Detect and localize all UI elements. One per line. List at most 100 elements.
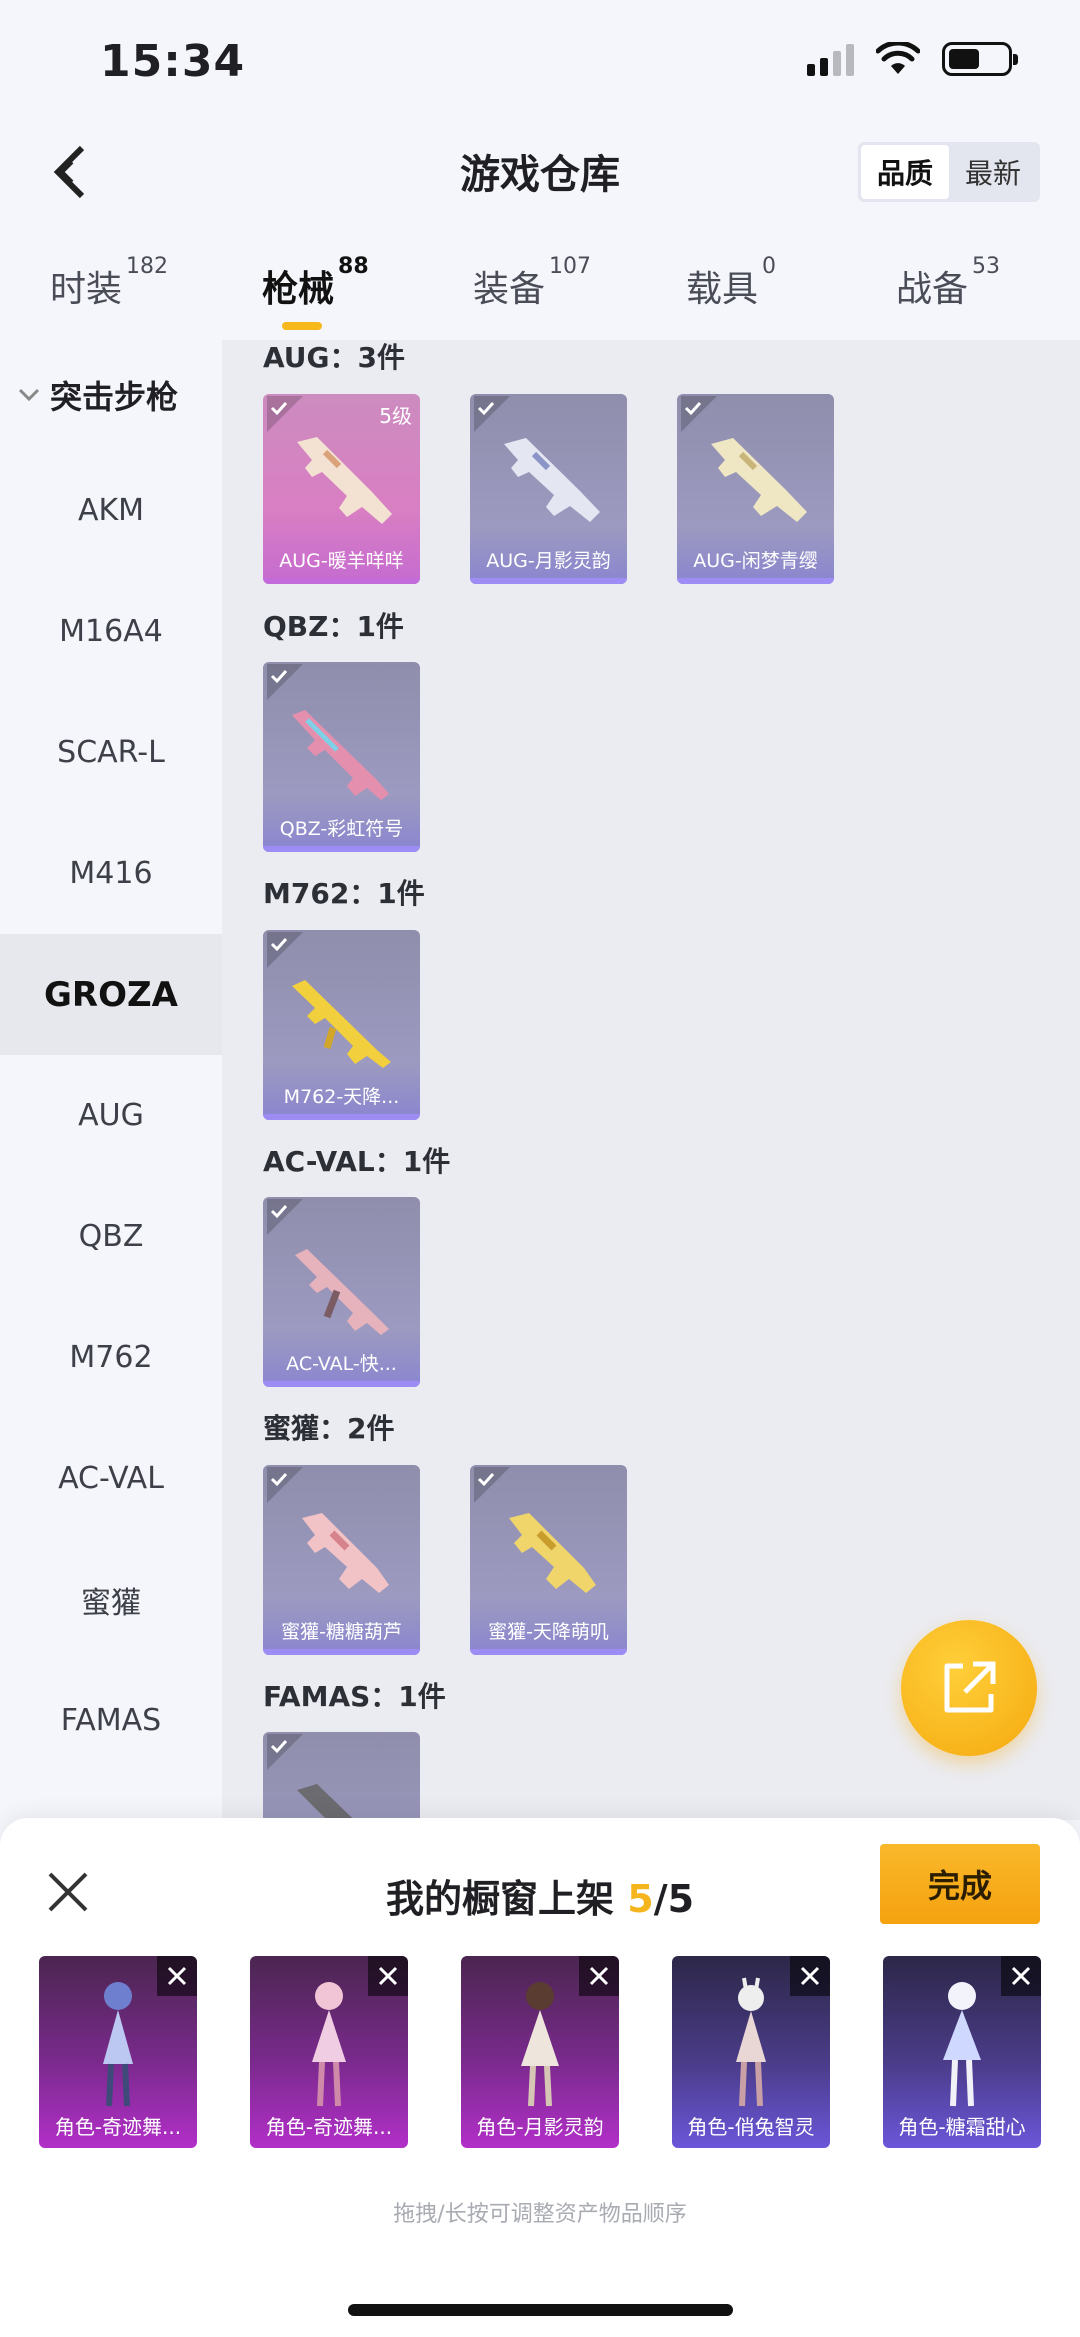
sidebar-item-groza[interactable]: GROZA	[0, 934, 222, 1055]
showcase-slot[interactable]: 角色-月影灵韵	[461, 1956, 619, 2148]
sidebar-item-honey-badger[interactable]: 蜜獾	[0, 1539, 222, 1660]
section-title: AUG：3件	[263, 341, 406, 374]
tab-label: 枪械	[262, 269, 335, 310]
sidebar-group-assault-rifles[interactable]: 突击步枪	[0, 340, 222, 450]
sort-toggle: 品质 最新	[858, 142, 1040, 202]
slot-name: 角色-月影灵韵	[476, 2115, 604, 2139]
wifi-icon	[876, 42, 920, 74]
weapon-type-sidebar: 突击步枪 AKM M16A4 SCAR-L M416 GROZA AUG QBZ…	[0, 340, 222, 1820]
tab-label: 战备	[896, 269, 969, 310]
sidebar-item-m762[interactable]: M762	[0, 1297, 222, 1418]
close-icon	[378, 1966, 398, 1986]
showcase-total: /5	[653, 1877, 695, 1921]
remove-slot-button[interactable]	[157, 1956, 197, 1996]
tab-weapons[interactable]: 枪械88	[262, 254, 369, 312]
showcase-slot[interactable]: 角色-奇迹舞...	[250, 1956, 408, 2148]
character-image	[103, 1982, 133, 2107]
rarity-bar	[263, 1649, 420, 1655]
tab-vehicles[interactable]: 载具0	[686, 254, 776, 312]
remove-slot-button[interactable]	[1001, 1956, 1041, 1996]
slot-name: 角色-奇迹舞...	[54, 2115, 182, 2139]
section-title: FAMAS：1件	[263, 1680, 446, 1713]
weapon-card[interactable]	[263, 1732, 420, 1820]
share-fab-button[interactable]	[901, 1620, 1037, 1756]
weapon-skin-image	[509, 1513, 596, 1593]
close-icon	[167, 1966, 187, 1986]
weapon-skin-image	[292, 710, 389, 800]
active-tab-indicator	[282, 322, 322, 330]
weapon-card[interactable]: 蜜獾-天降萌叽	[470, 1465, 627, 1655]
tab-count: 107	[549, 254, 592, 279]
rarity-bar	[677, 578, 834, 584]
weapon-skin-image	[504, 438, 600, 522]
sidebar-item-aug[interactable]: AUG	[0, 1055, 222, 1176]
section-title: M762：1件	[263, 877, 425, 910]
tab-count: 0	[762, 254, 777, 279]
tab-equipment[interactable]: 装备107	[473, 254, 591, 312]
close-icon	[1011, 1966, 1031, 1986]
sidebar-item-m16a4[interactable]: M16A4	[0, 571, 222, 692]
rarity-bar	[263, 1114, 420, 1120]
home-indicator[interactable]	[348, 2304, 733, 2316]
weapon-list: AUG：3件 5级 AUG-暖羊咩咩 AUG-月影灵韵 AUG-闲梦青缨 QBZ…	[222, 340, 1080, 1820]
showcase-slot[interactable]: 角色-糖霜甜心	[883, 1956, 1041, 2148]
tab-costumes[interactable]: 时装182	[50, 254, 168, 312]
remove-slot-button[interactable]	[579, 1956, 619, 1996]
section-title: AC-VAL：1件	[263, 1145, 451, 1178]
rarity-bar	[470, 1649, 627, 1655]
showcase-sheet: 我的橱窗上架 5/5 完成 角色-奇迹舞... 角色-奇迹舞... 角色-月影灵…	[0, 1818, 1080, 2337]
weapon-skin-image	[297, 437, 392, 524]
weapon-card[interactable]: AC-VAL-快...	[263, 1197, 420, 1387]
showcase-count: 5	[627, 1877, 654, 1921]
remove-slot-button[interactable]	[368, 1956, 408, 1996]
status-time: 15:34	[100, 36, 246, 87]
rarity-bar	[263, 578, 420, 584]
weapon-name: 蜜獾-糖糖葫芦	[281, 1621, 402, 1643]
close-icon	[800, 1966, 820, 1986]
sort-quality-button[interactable]: 品质	[861, 145, 949, 199]
sort-newest-button[interactable]: 最新	[949, 145, 1037, 199]
weapon-name: M762-天降...	[283, 1086, 400, 1108]
weapon-name: AUG-月影灵韵	[486, 550, 611, 572]
header: 游戏仓库 品质 最新	[0, 130, 1080, 220]
weapon-card[interactable]: 5级 AUG-暖羊咩咩	[263, 394, 420, 584]
battery-icon	[942, 42, 1018, 76]
character-image	[736, 1977, 766, 2107]
weapon-card[interactable]: M762-天降...	[263, 930, 420, 1120]
reorder-hint: 拖拽/长按可调整资产物品顺序	[393, 2202, 687, 2227]
character-image	[943, 1982, 981, 2107]
sidebar-item-famas[interactable]: FAMAS	[0, 1660, 222, 1781]
tab-label: 装备	[473, 269, 546, 310]
cellular-signal-icon	[807, 42, 854, 76]
weapon-card[interactable]: AUG-闲梦青缨	[677, 394, 834, 584]
weapon-card[interactable]: 蜜獾-糖糖葫芦	[263, 1465, 420, 1655]
weapon-card[interactable]: QBZ-彩虹符号	[263, 662, 420, 852]
section-title: QBZ：1件	[263, 610, 404, 643]
tab-supplies[interactable]: 战备53	[896, 254, 1000, 312]
slot-name: 角色-俏兔智灵	[687, 2115, 815, 2139]
share-external-icon	[944, 1661, 996, 1713]
section-title: 蜜獾：2件	[263, 1412, 395, 1445]
showcase-slot[interactable]: 角色-俏兔智灵	[672, 1956, 830, 2148]
rarity-bar	[470, 578, 627, 584]
showcase-slot[interactable]: 角色-奇迹舞...	[39, 1956, 197, 2148]
weapon-skin-image	[295, 1249, 389, 1335]
weapon-name: AUG-暖羊咩咩	[279, 550, 404, 572]
character-image	[312, 1982, 346, 2107]
chevron-down-icon	[18, 388, 40, 402]
rarity-bar	[263, 1381, 420, 1387]
sidebar-item-akm[interactable]: AKM	[0, 450, 222, 571]
sidebar-group-label: 突击步枪	[50, 378, 179, 416]
sidebar-item-m416[interactable]: M416	[0, 813, 222, 934]
remove-slot-button[interactable]	[790, 1956, 830, 1996]
sidebar-item-scar-l[interactable]: SCAR-L	[0, 692, 222, 813]
showcase-slots: 角色-奇迹舞... 角色-奇迹舞... 角色-月影灵韵 角色-俏兔智灵 角色-糖…	[39, 1956, 1049, 2152]
weapon-card[interactable]: AUG-月影灵韵	[470, 394, 627, 584]
done-button[interactable]: 完成	[880, 1844, 1040, 1924]
weapon-skin-image	[292, 980, 391, 1068]
weapon-name: 蜜獾-天降萌叽	[488, 1621, 609, 1643]
sidebar-item-qbz[interactable]: QBZ	[0, 1176, 222, 1297]
sidebar-item-ac-val[interactable]: AC-VAL	[0, 1418, 222, 1539]
tab-count: 53	[972, 254, 1001, 279]
close-icon	[589, 1966, 609, 1986]
